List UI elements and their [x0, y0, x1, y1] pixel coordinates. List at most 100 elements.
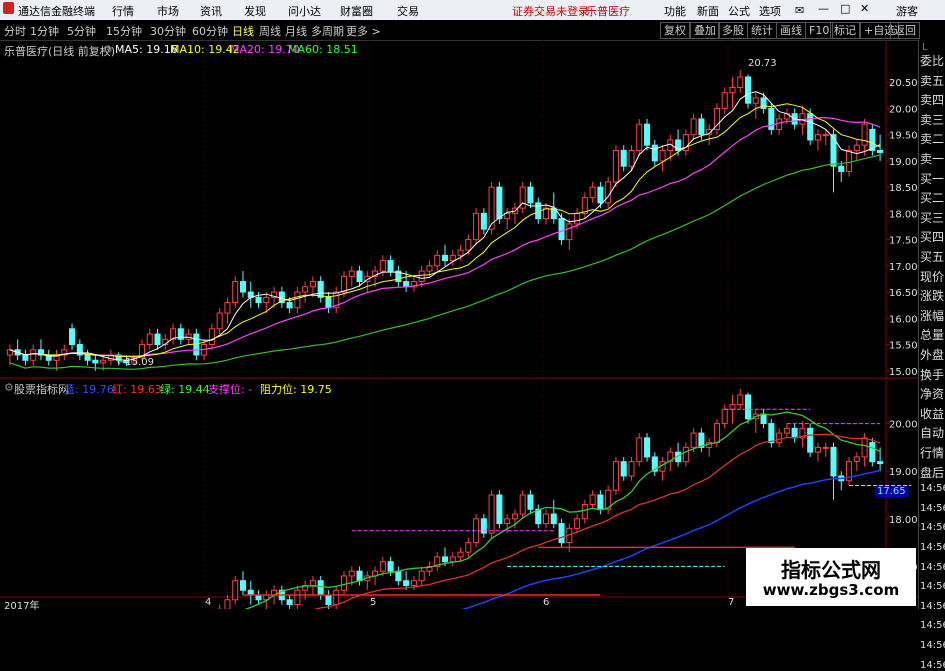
menu-faxian[interactable]: 发现	[244, 3, 266, 19]
overlay-button[interactable]: 叠加	[690, 22, 720, 39]
period-60min[interactable]: 60分钟	[192, 23, 228, 39]
main-candle	[822, 134, 829, 137]
sub-candle	[550, 513, 557, 525]
main-candle	[504, 212, 511, 220]
menu-jiaoyi[interactable]: 交易	[397, 3, 419, 19]
sub-candle	[348, 570, 355, 577]
sub-candle	[527, 494, 534, 510]
side-panel-item[interactable]: 盘后	[920, 464, 945, 481]
side-panel-item[interactable]: 自动	[920, 424, 945, 441]
main-candle	[752, 97, 759, 104]
sub-candle	[729, 404, 736, 410]
minimize-icon[interactable]: —	[818, 2, 829, 15]
sub-candle	[294, 589, 301, 606]
sub-candle	[325, 594, 332, 606]
stats-button[interactable]: 统计	[747, 22, 777, 39]
watermark-title: 指标公式网	[781, 558, 881, 582]
maximize-icon[interactable]: □	[840, 2, 850, 15]
draw-line-button[interactable]: 画线	[776, 22, 806, 39]
ma5-line	[9, 91, 881, 361]
guest-label[interactable]: 游客	[896, 3, 918, 19]
main-candle	[426, 265, 433, 272]
app-title: 通达信金融终端	[18, 5, 95, 18]
period-daily[interactable]: 日线	[232, 23, 254, 39]
main-candle	[745, 76, 752, 104]
sub-candle	[232, 580, 239, 601]
sub-candle	[581, 504, 588, 520]
period-5min[interactable]: 5分钟	[67, 23, 96, 39]
menu-shichang[interactable]: 市场	[157, 3, 179, 19]
back-button[interactable]: 返回	[890, 22, 920, 39]
menu-zixun[interactable]: 资讯	[200, 3, 222, 19]
sub-last-value-badge: 17.65	[875, 486, 908, 497]
side-panel-item: 买四	[920, 230, 945, 245]
sub-candle	[488, 494, 495, 534]
sub-candle	[449, 556, 456, 563]
sub-candle	[589, 494, 596, 506]
sub-candle	[465, 542, 472, 553]
sub-candle	[597, 494, 604, 510]
y-tick-label: 20.00	[889, 104, 918, 115]
period-15min[interactable]: 15分钟	[106, 23, 142, 39]
side-panel-item: 14:56	[920, 620, 945, 632]
menu-caifuquan[interactable]: 财富圈	[340, 3, 373, 19]
period-1min[interactable]: 1分钟	[30, 23, 59, 39]
sub-y-tick-label: 20.00	[889, 420, 918, 431]
menu-gongneng[interactable]: 功能	[664, 3, 686, 19]
main-candle	[348, 270, 355, 277]
fuquan-button[interactable]: 复权	[660, 22, 690, 39]
sub-candle	[379, 561, 386, 572]
period-fenshi[interactable]: 分时	[4, 23, 26, 39]
side-panel-item: 14:56	[920, 522, 945, 534]
sub-candle	[830, 446, 837, 477]
period-30min[interactable]: 30分钟	[150, 23, 186, 39]
sub-candle	[457, 551, 464, 558]
menu-hangqing[interactable]: 行情	[112, 3, 134, 19]
menu-gongshi[interactable]: 公式	[728, 3, 750, 19]
kline-chart[interactable]: 15.00 15.50 16.00 16.50 17.00 17.50 18.00 18.50…	[0, 40, 918, 609]
sub-candle	[682, 446, 689, 463]
sub-candle	[387, 561, 394, 572]
side-panel-item[interactable]: 行情	[920, 444, 945, 461]
side-panel-item: 收益	[920, 406, 945, 421]
x-label-jun: 6	[543, 597, 550, 608]
multi-stock-button[interactable]: 多股	[718, 22, 748, 39]
main-candle	[846, 149, 853, 172]
main-candle	[286, 302, 293, 309]
main-candle	[496, 186, 503, 220]
sub-y-tick-label: 19.00	[889, 467, 918, 478]
menu-wenxiaoda[interactable]: 问小达	[288, 3, 321, 19]
sub-candle	[496, 494, 503, 525]
side-panel-item: 总量	[920, 328, 945, 343]
main-candle	[473, 212, 480, 241]
sub-candle	[783, 427, 790, 434]
period-multi[interactable]: 多周期	[311, 23, 344, 39]
y-tick-label: 15.50	[889, 341, 918, 352]
menu-xuanxiang[interactable]: 选项	[759, 3, 781, 19]
sub-candle	[877, 461, 884, 465]
main-candle	[302, 286, 309, 293]
close-icon[interactable]: ✕	[860, 2, 869, 15]
mail-icon[interactable]: ✉	[795, 4, 804, 17]
period-more[interactable]: 更多 >	[346, 23, 381, 39]
main-candle	[239, 281, 247, 293]
side-panel-item: 14:56	[920, 561, 945, 573]
main-candle	[185, 333, 192, 340]
menu-xinmian[interactable]: 新面	[697, 3, 719, 19]
y-tick-label: 17.50	[889, 236, 918, 247]
main-candle	[224, 302, 231, 314]
main-candle	[100, 359, 107, 364]
main-candle	[620, 149, 627, 167]
period-monthly[interactable]: 月线	[285, 23, 307, 39]
sub-candle	[713, 423, 720, 444]
y-tick-label: 17.00	[889, 262, 918, 273]
sub-candle	[760, 413, 767, 425]
main-candle	[480, 212, 487, 230]
main-candle	[317, 281, 324, 298]
trade-login-notice[interactable]: 证券交易未登录	[512, 3, 589, 19]
main-candle	[574, 212, 581, 225]
main-candle	[465, 239, 472, 251]
sub-candle	[333, 589, 340, 606]
mark-button[interactable]: 标记	[830, 22, 860, 39]
period-weekly[interactable]: 周线	[259, 23, 281, 39]
